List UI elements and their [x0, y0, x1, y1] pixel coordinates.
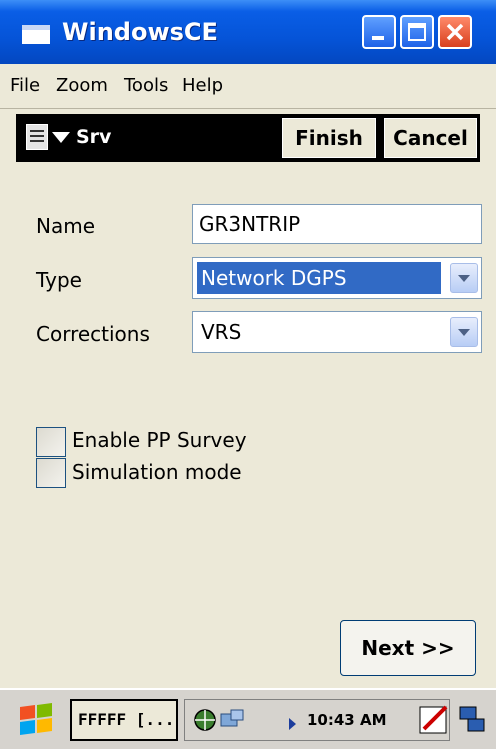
- simulation-mode-label[interactable]: Simulation mode: [72, 460, 242, 484]
- corrections-label: Corrections: [36, 322, 150, 346]
- chevron-down-icon[interactable]: [450, 263, 478, 293]
- finish-button[interactable]: Finish: [282, 118, 376, 158]
- network-globe-icon[interactable]: [193, 708, 217, 732]
- minimize-button[interactable]: [362, 15, 396, 49]
- maximize-button[interactable]: [400, 15, 434, 49]
- screen-title: Srv: [76, 126, 112, 148]
- desktop-windows-icon[interactable]: [456, 701, 490, 737]
- window-title: WindowsCE: [62, 18, 218, 46]
- menu-bar: File Zoom Tools Help: [0, 64, 496, 109]
- start-windows-icon[interactable]: [18, 702, 54, 736]
- taskbar-app-button[interactable]: FFFFF [...: [70, 699, 178, 741]
- enable-pp-survey-checkbox[interactable]: [36, 427, 66, 457]
- simulation-mode-checkbox[interactable]: [36, 458, 66, 488]
- next-button[interactable]: Next >>: [340, 620, 476, 676]
- menu-zoom[interactable]: Zoom: [56, 75, 108, 96]
- window-icon: [22, 25, 50, 44]
- menu-help[interactable]: Help: [182, 75, 223, 96]
- command-bar: Srv Finish Cancel: [16, 114, 480, 162]
- input-panel-icon[interactable]: [418, 701, 452, 737]
- type-label: Type: [36, 268, 82, 292]
- connection-icon[interactable]: [219, 708, 244, 732]
- close-button[interactable]: [438, 15, 472, 49]
- list-icon[interactable]: [26, 124, 48, 150]
- maximize-icon: [408, 23, 426, 41]
- name-label: Name: [36, 214, 96, 238]
- chevron-down-icon[interactable]: [450, 317, 478, 347]
- cancel-button[interactable]: Cancel: [384, 118, 477, 158]
- title-bar[interactable]: WindowsCE: [0, 0, 496, 64]
- clock[interactable]: 10:43 AM: [307, 711, 387, 729]
- corrections-select-value: VRS: [201, 320, 242, 344]
- minimize-icon: [372, 36, 384, 40]
- menu-file[interactable]: File: [10, 75, 40, 96]
- dropdown-arrow-icon[interactable]: [52, 132, 70, 143]
- close-icon: [446, 23, 464, 41]
- tray-arrow-icon[interactable]: [289, 715, 297, 730]
- type-select-value: Network DGPS: [197, 262, 441, 294]
- menu-tools[interactable]: Tools: [124, 75, 168, 96]
- type-select[interactable]: Network DGPS: [192, 257, 482, 299]
- name-field[interactable]: GR3NTRIP: [192, 204, 482, 244]
- taskbar: FFFFF [... 10:43 AM: [0, 688, 496, 749]
- corrections-select[interactable]: VRS: [192, 311, 482, 353]
- enable-pp-survey-label[interactable]: Enable PP Survey: [72, 428, 247, 452]
- system-tray: 10:43 AM: [184, 699, 450, 741]
